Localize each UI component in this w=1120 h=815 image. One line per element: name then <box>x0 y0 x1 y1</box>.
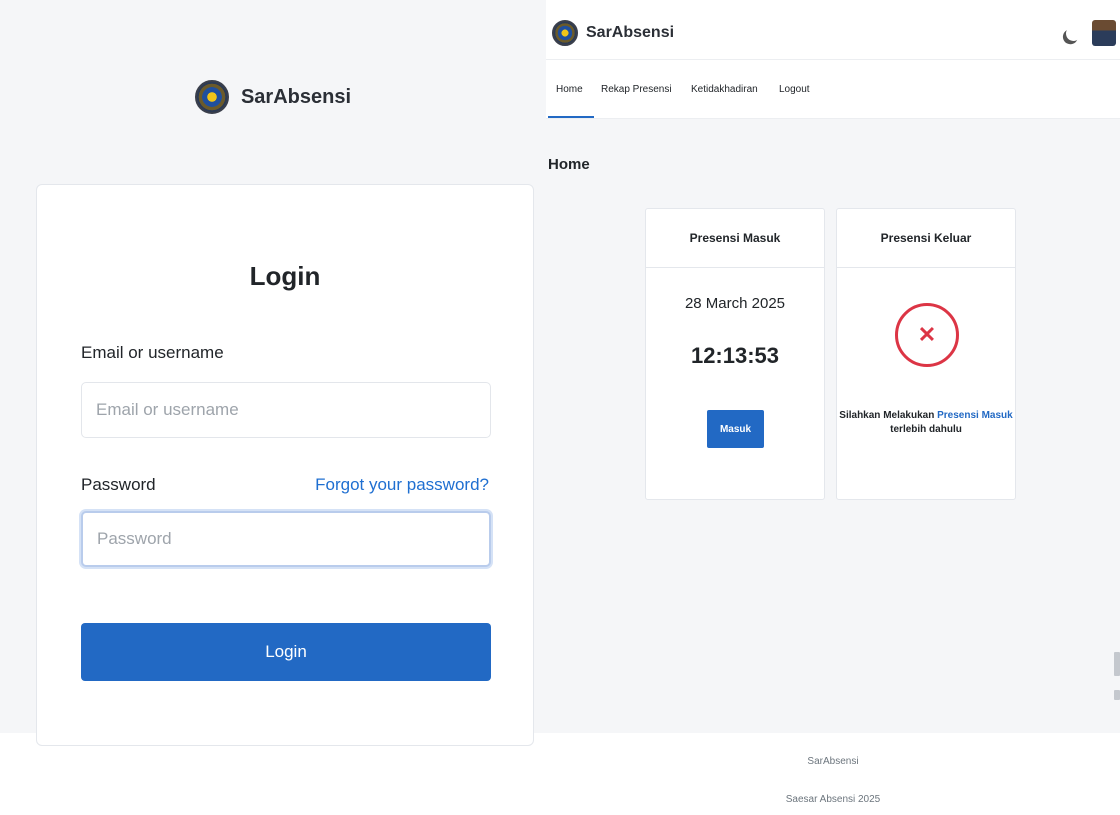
masuk-button[interactable]: Masuk <box>707 410 764 448</box>
scrollbar-thumb[interactable] <box>1114 690 1120 700</box>
avatar[interactable] <box>1092 20 1116 46</box>
notice-prefix: Silahkan Melakukan <box>839 410 935 421</box>
forgot-password-link[interactable]: Forgot your password? <box>315 475 489 495</box>
login-button[interactable]: Login <box>81 623 491 681</box>
app-logo-icon <box>552 20 578 46</box>
card-presensi-masuk: Presensi Masuk 28 March 2025 12:13:53 Ma… <box>645 208 825 500</box>
current-time: 12:13:53 <box>690 343 780 368</box>
app-logo-icon <box>194 80 229 114</box>
nav-item-logout[interactable]: Logout <box>779 84 810 95</box>
top-brand[interactable]: SarAbsensi <box>552 20 674 46</box>
nav-item-home[interactable]: Home <box>556 84 583 95</box>
nav-item-ketidakhadiran[interactable]: Ketidakhadiran <box>691 84 758 95</box>
footer-brand: SarAbsensi <box>807 756 859 767</box>
main-nav: Home Rekap Presensi Ketidakhadiran Logou… <box>546 60 1120 119</box>
password-label: Password <box>81 475 156 494</box>
card-presensi-keluar: Presensi Keluar ✕ Silahkan Melakukan Pre… <box>836 208 1016 500</box>
current-date: 28 March 2025 <box>684 295 786 312</box>
email-input[interactable] <box>81 382 491 438</box>
dark-mode-toggle-icon[interactable] <box>1064 24 1083 43</box>
page-title: Home <box>548 156 590 173</box>
card-title: Presensi Keluar <box>837 209 1015 268</box>
footer-copyright: Saesar Absensi 2025 <box>785 794 881 805</box>
notice-suffix: terlebih dahulu <box>890 423 962 435</box>
login-title: Login <box>249 261 321 291</box>
checkout-notice: Silahkan Melakukan Presensi Masuk terleb… <box>837 409 1015 436</box>
login-page: SarAbsensi Login Email or username Passw… <box>0 0 546 746</box>
top-bar: SarAbsensi <box>546 0 1120 60</box>
dashboard-page: SarAbsensi Home Rekap Presensi Ketidakha… <box>546 0 1120 805</box>
login-brand: SarAbsensi <box>0 80 546 114</box>
presensi-masuk-link[interactable]: Presensi Masuk <box>937 410 1013 421</box>
scrollbar-thumb[interactable] <box>1114 652 1120 676</box>
nav-active-indicator <box>548 116 594 118</box>
card-title: Presensi Masuk <box>646 209 824 268</box>
nav-item-rekap-presensi[interactable]: Rekap Presensi <box>601 84 672 95</box>
login-card: Login Email or username Password Forgot … <box>36 184 534 746</box>
brand-name: SarAbsensi <box>586 24 675 41</box>
x-circle-icon: ✕ <box>895 303 959 367</box>
password-input[interactable] <box>81 511 491 567</box>
brand-name: SarAbsensi <box>240 85 352 108</box>
email-label: Email or username <box>81 343 224 362</box>
